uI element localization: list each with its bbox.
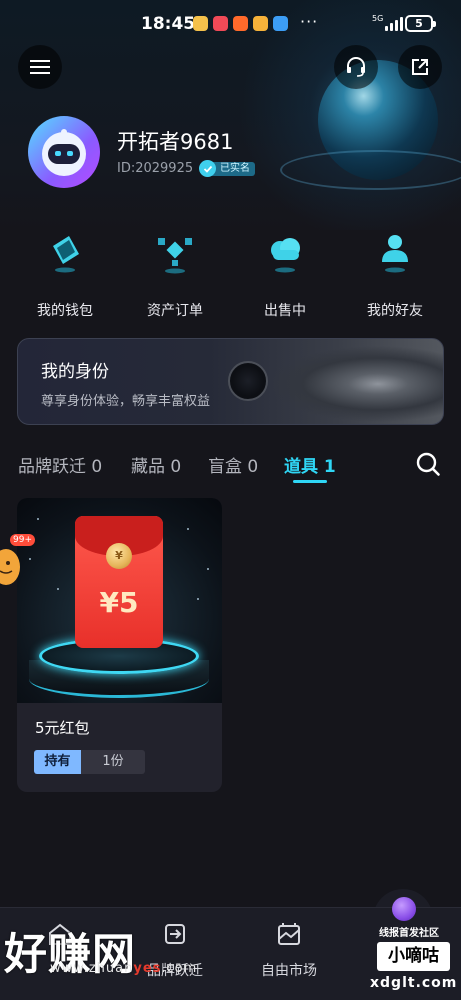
status-bar: 18:45 ··· 5G 5 <box>0 0 461 48</box>
tab-props[interactable]: 道具 1 <box>284 452 336 477</box>
watermark-url-highlight: yes <box>133 961 162 976</box>
network-type: 5G <box>372 14 384 23</box>
verified-label: 已实名 <box>211 161 255 176</box>
quick-action-label: 我的好友 <box>367 303 423 319</box>
quick-actions: 我的钱包 资产订单 出售中 我的好友 <box>0 226 461 321</box>
app-notification-icon <box>233 16 248 31</box>
transition-icon <box>165 924 185 944</box>
signal-icon <box>385 15 403 31</box>
quick-action-label: 资产订单 <box>147 303 203 319</box>
avatar[interactable] <box>28 116 100 188</box>
app-notification-icon <box>213 16 228 31</box>
overflow-dots: ··· <box>300 12 319 31</box>
cubes-icon <box>158 238 192 274</box>
watermark-url-left: www.zhuanyes.com <box>50 961 197 976</box>
headset-icon <box>347 57 365 77</box>
app-notification-icon <box>253 16 268 31</box>
item-title: 5元红包 <box>35 719 90 737</box>
app-notification-icon <box>273 16 288 31</box>
cloud-icon <box>271 238 300 273</box>
quick-action-wallet[interactable]: 我的钱包 <box>15 226 115 321</box>
friend-icon <box>382 235 408 273</box>
user-id: ID:2029925 <box>117 161 194 176</box>
search-button[interactable] <box>415 451 441 477</box>
watermark-right-caption: 线报首发社区 <box>379 928 439 939</box>
floating-pet-icon[interactable] <box>0 541 22 587</box>
identity-banner-image <box>248 339 443 424</box>
asset-tabs: 品牌跃迁 0 藏品 0 盲盒 0 道具 1 <box>0 447 461 487</box>
quick-action-orders[interactable]: 资产订单 <box>125 226 225 321</box>
nav-label: 自由市场 <box>261 963 317 979</box>
tab-collectibles[interactable]: 藏品 0 <box>131 452 181 477</box>
wallet-icon <box>53 236 79 273</box>
decorative-ring <box>280 150 461 190</box>
profile-icon[interactable] <box>392 897 416 921</box>
holding-quantity: 1份 <box>81 750 145 774</box>
watermark-url-prefix: www.zhuan <box>50 961 134 976</box>
nav-free-market[interactable]: 自由市场 <box>229 908 349 1000</box>
menu-button[interactable] <box>18 45 62 89</box>
identity-subtitle: 尊享身份体验，畅享丰富权益 <box>41 394 211 409</box>
username: 开拓者9681 <box>117 130 234 154</box>
notification-icons <box>193 16 288 31</box>
app-notification-icon <box>193 16 208 31</box>
item-card[interactable]: ¥ ¥5 5元红包 持有 1份 <box>17 498 222 792</box>
robot-avatar-icon <box>42 129 86 176</box>
market-icon <box>278 923 300 945</box>
item-image: ¥ ¥5 <box>17 498 222 703</box>
check-icon <box>199 160 216 177</box>
red-envelope-icon: ¥ ¥5 <box>75 516 163 648</box>
verified-badge: 已实名 <box>199 160 255 177</box>
battery-level: 5 <box>415 17 423 30</box>
envelope-amount: ¥5 <box>99 586 139 619</box>
battery-icon: 5 <box>405 15 436 32</box>
identity-lens-decoration <box>228 361 268 401</box>
support-button[interactable] <box>334 45 378 89</box>
identity-title: 我的身份 <box>41 362 109 382</box>
quick-action-friends[interactable]: 我的好友 <box>345 226 445 321</box>
menu-icon <box>30 60 50 74</box>
coin-icon: ¥ <box>106 543 132 569</box>
status-time: 18:45 <box>141 14 196 34</box>
holding-badge: 持有 1份 <box>34 750 145 774</box>
share-button[interactable] <box>398 45 442 89</box>
tab-brand-transition[interactable]: 品牌跃迁 0 <box>18 452 102 477</box>
active-tab-indicator <box>293 480 327 483</box>
floating-badge: 99+ <box>10 534 35 546</box>
quick-action-selling[interactable]: 出售中 <box>235 226 335 321</box>
quick-action-label: 我的钱包 <box>37 303 93 319</box>
holding-status: 持有 <box>34 750 81 774</box>
identity-card[interactable]: 我的身份 尊享身份体验，畅享丰富权益 <box>17 338 444 425</box>
watermark-url-suffix: .com <box>161 961 198 976</box>
share-icon <box>412 59 428 75</box>
quick-action-label: 出售中 <box>264 303 306 319</box>
tab-blind-box[interactable]: 盲盒 0 <box>208 452 258 477</box>
watermark-right-logo: 小嘀咕 <box>377 942 450 971</box>
watermark-right-url: xdglt.com <box>370 975 458 991</box>
search-icon <box>416 452 440 476</box>
